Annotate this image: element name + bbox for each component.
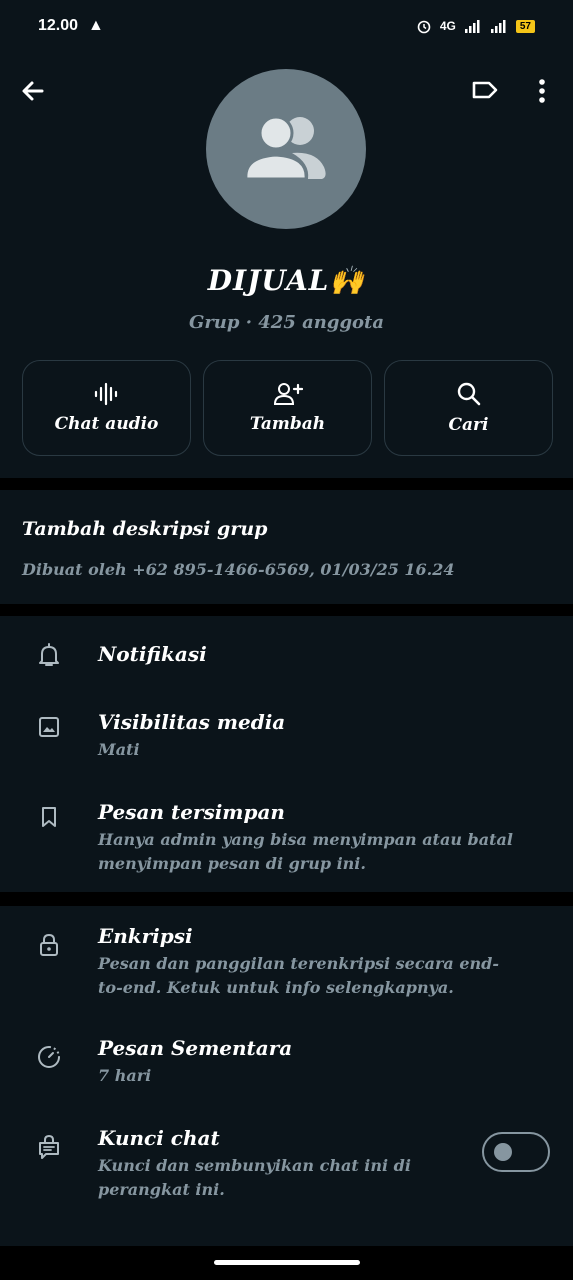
label-icon [472, 81, 498, 99]
more-options-button[interactable] [528, 76, 556, 106]
status-indicators: 4G 57 [416, 18, 535, 34]
disappearing-messages-title: Pesan Sementara [98, 1036, 293, 1060]
chat-audio-button[interactable]: Chat audio [22, 360, 191, 456]
encryption-title: Enkripsi [98, 924, 193, 948]
encryption-row[interactable]: Enkripsi Pesan dan panggilan terenkripsi… [0, 924, 573, 1008]
status-time: 12.00 [38, 17, 79, 34]
media-visibility-value: Mati [98, 740, 140, 759]
signal-2-icon [490, 20, 506, 33]
more-vertical-icon [539, 79, 545, 103]
label-button[interactable] [470, 78, 502, 104]
chat-lock-icon [39, 1134, 59, 1159]
group-avatar[interactable] [206, 69, 366, 229]
add-person-icon [273, 383, 303, 405]
settings-group-1: Notifikasi Visibilitas media Mati Pesan … [0, 616, 573, 892]
settings-group-2: Enkripsi Pesan dan panggilan terenkripsi… [0, 906, 573, 1246]
action-buttons: Chat audio Tambah Cari [22, 360, 553, 456]
image-icon [39, 717, 59, 737]
created-by-text: Dibuat oleh +62 895-1466-6569, 01/03/25 … [22, 560, 455, 579]
warning-icon: ▲ [88, 17, 104, 34]
disappearing-messages-row[interactable]: Pesan Sementara 7 hari [0, 1036, 573, 1098]
saved-messages-row[interactable]: Pesan tersimpan Hanya admin yang bisa me… [0, 800, 573, 884]
status-bar: 12.00 ▲ 4G 57 [0, 0, 573, 52]
media-visibility-title: Visibilitas media [98, 710, 286, 734]
group-people-icon [244, 115, 326, 181]
network-type: 4G [439, 19, 456, 33]
signal-icon [464, 20, 480, 33]
system-nav-bar [0, 1246, 573, 1280]
search-label: Cari [448, 415, 489, 435]
bell-icon [39, 643, 59, 666]
back-button[interactable] [18, 76, 48, 106]
group-header: DIJUAL🙌 Grup · 425 anggota Chat audio Ta… [0, 52, 573, 478]
add-member-label: Tambah [249, 414, 326, 434]
media-visibility-row[interactable]: Visibilitas media Mati [0, 710, 573, 782]
audio-wave-icon [94, 382, 117, 406]
notifications-row[interactable]: Notifikasi [0, 638, 573, 694]
chat-lock-toggle[interactable] [482, 1132, 550, 1172]
search-icon [457, 382, 480, 406]
encryption-desc: Pesan dan panggilan terenkripsi secara e… [98, 954, 499, 997]
chat-lock-desc: Kunci dan sembunyikan chat ini di perang… [98, 1156, 411, 1199]
disappearing-messages-value: 7 hari [98, 1066, 152, 1085]
lock-icon [40, 933, 58, 956]
search-button[interactable]: Cari [384, 360, 553, 456]
battery-indicator: 57 [515, 19, 535, 33]
notifications-title: Notifikasi [98, 642, 207, 666]
add-member-button[interactable]: Tambah [203, 360, 372, 456]
group-name[interactable]: DIJUAL🙌 [0, 264, 573, 297]
timer-icon [38, 1046, 60, 1068]
toggle-knob [494, 1143, 512, 1161]
home-gesture-handle[interactable] [214, 1260, 360, 1265]
saved-messages-desc: Hanya admin yang bisa menyimpan atau bat… [98, 830, 513, 873]
description-section[interactable]: Tambah deskripsi grup Dibuat oleh +62 89… [0, 490, 573, 604]
saved-messages-title: Pesan tersimpan [98, 800, 285, 824]
alarm-icon [417, 20, 431, 34]
bookmark-icon [42, 807, 56, 827]
add-description-link[interactable]: Tambah deskripsi grup [22, 518, 551, 540]
chat-lock-row[interactable]: Kunci chat Kunci dan sembunyikan chat in… [0, 1126, 573, 1210]
chat-audio-label: Chat audio [54, 414, 159, 434]
chat-lock-title: Kunci chat [98, 1126, 220, 1150]
arrow-left-icon [22, 81, 44, 101]
group-meta: Grup · 425 anggota [188, 312, 385, 333]
